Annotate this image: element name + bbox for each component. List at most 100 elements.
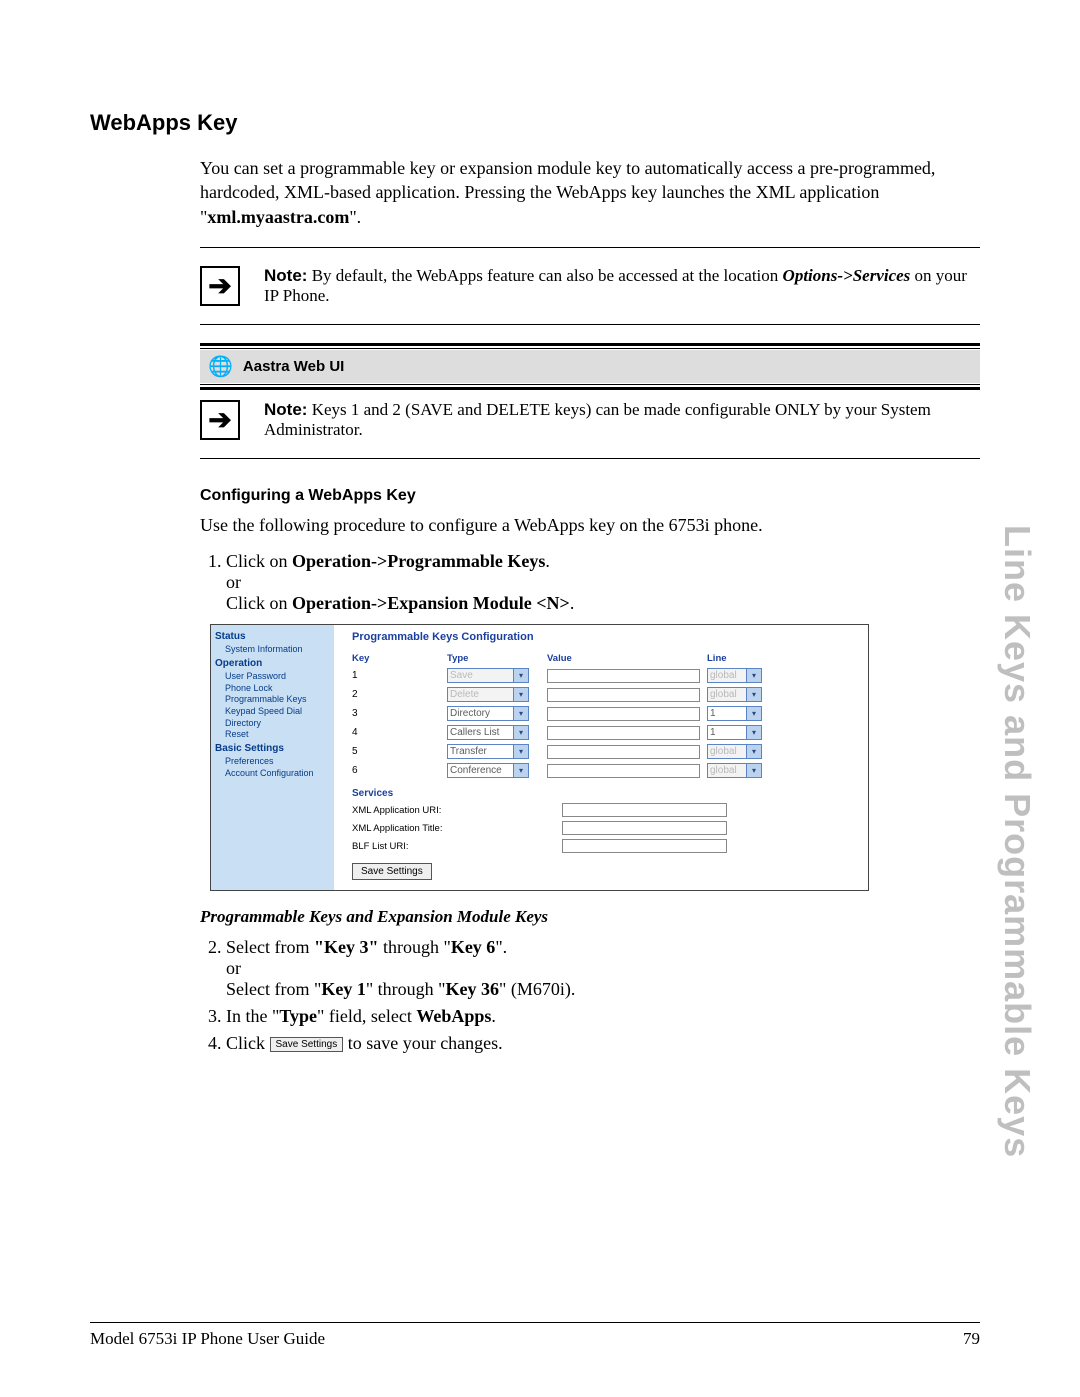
col-value: Value (547, 653, 707, 664)
col-line: Line (707, 653, 777, 664)
nav-preferences[interactable]: Preferences (225, 756, 330, 768)
nav-account-config[interactable]: Account Configuration (225, 768, 330, 780)
footer-page-number: 79 (963, 1329, 980, 1349)
chevron-down-icon: ▾ (513, 707, 528, 720)
webui-title: Programmable Keys Configuration (352, 631, 858, 643)
step-1: Click on Operation->Programmable Keys. o… (226, 551, 980, 614)
type-select[interactable]: Directory▾ (447, 706, 529, 721)
cell-key: 1 (352, 670, 447, 681)
line-select[interactable]: 1▾ (707, 706, 762, 721)
table-row: 6Conference▾ global▾ (352, 763, 858, 778)
value-input[interactable] (547, 726, 700, 740)
cell-key: 2 (352, 689, 447, 700)
value-input[interactable] (547, 745, 700, 759)
s4a: Click (226, 1033, 270, 1053)
nav-keypad-speed-dial[interactable]: Keypad Speed Dial (225, 706, 330, 718)
cell-key: 6 (352, 765, 447, 776)
save-settings-inline-button: Save Settings (270, 1037, 344, 1052)
chevron-down-icon: ▾ (746, 764, 761, 777)
chevron-down-icon: ▾ (746, 688, 761, 701)
webui-screenshot: Status System Information Operation User… (210, 624, 869, 891)
steps-list-2: Select from "Key 3" through "Key 6". or … (200, 937, 980, 1054)
type-select[interactable]: Transfer▾ (447, 744, 529, 759)
col-type: Type (447, 653, 547, 664)
value-input[interactable] (547, 688, 700, 702)
cell-key: 4 (352, 727, 447, 738)
line-select: global▾ (707, 763, 762, 778)
table-row: 4Callers List▾ 1▾ (352, 725, 858, 740)
chevron-down-icon: ▾ (513, 764, 528, 777)
step-4: Click Save Settings to save your changes… (226, 1033, 980, 1054)
s1c: . (545, 551, 550, 571)
nav-programmable-keys[interactable]: Programmable Keys (225, 694, 330, 706)
s2-or: or (226, 958, 241, 978)
webui-table-header: Key Type Value Line (352, 653, 858, 664)
nav-reset[interactable]: Reset (225, 729, 330, 741)
type-select[interactable]: Callers List▾ (447, 725, 529, 740)
chevron-down-icon: ▾ (513, 745, 528, 758)
value-input[interactable] (547, 707, 700, 721)
chevron-down-icon: ▾ (746, 669, 761, 682)
note-block-1: ➔ Note: By default, the WebApps feature … (200, 266, 980, 306)
nav-phone-lock[interactable]: Phone Lock (225, 683, 330, 695)
service-input[interactable] (562, 821, 727, 835)
service-label: BLF List URI: (352, 841, 562, 852)
section-heading: WebApps Key (90, 110, 980, 136)
s2i: Key 36 (446, 979, 500, 999)
line-select: global▾ (707, 668, 762, 683)
footer-left: Model 6753i IP Phone User Guide (90, 1329, 325, 1349)
page-footer: Model 6753i IP Phone User Guide 79 (90, 1322, 980, 1349)
services-header: Services (352, 788, 858, 799)
divider (200, 324, 980, 325)
s1e: Operation->Expansion Module <N> (292, 593, 570, 613)
type-select[interactable]: Conference▾ (447, 763, 529, 778)
table-row: 1Save▾global▾ (352, 668, 858, 683)
service-input[interactable] (562, 803, 727, 817)
value-input[interactable] (547, 764, 700, 778)
type-select: Delete▾ (447, 687, 529, 702)
arrow-right-icon: ➔ (200, 266, 240, 306)
line-select[interactable]: 1▾ (707, 725, 762, 740)
s3e: . (491, 1006, 496, 1026)
note-label: Note: (264, 266, 307, 285)
note-text-1: Note: By default, the WebApps feature ca… (264, 266, 980, 306)
table-row: 2Delete▾global▾ (352, 687, 858, 702)
s1f: . (570, 593, 575, 613)
globe-icon: 🌐 (208, 354, 233, 379)
s3b: Type (279, 1006, 317, 1026)
aastra-label: Aastra Web UI (243, 358, 344, 375)
cell-key: 5 (352, 746, 447, 757)
chevron-down-icon: ▾ (746, 726, 761, 739)
service-input[interactable] (562, 839, 727, 853)
webui-nav: Status System Information Operation User… (211, 625, 334, 890)
value-input[interactable] (547, 669, 700, 683)
s2a: Select from (226, 937, 314, 957)
s2d: Key 6 (451, 937, 496, 957)
intro-text-c: ". (349, 207, 361, 227)
step-3: In the "Type" field, select WebApps. (226, 1006, 980, 1027)
xml-host: xml.myaastra.com (207, 207, 349, 227)
note1-italic: Options->Services (783, 266, 911, 285)
service-row: XML Application URI: (352, 803, 858, 817)
chevron-down-icon: ▾ (746, 707, 761, 720)
s2h: " through " (366, 979, 446, 999)
s3c: " field, select (317, 1006, 416, 1026)
table-row: 5Transfer▾global▾ (352, 744, 858, 759)
service-label: XML Application URI: (352, 805, 562, 816)
aastra-web-ui-bar: 🌐 Aastra Web UI (200, 350, 980, 383)
s3a: In the " (226, 1006, 279, 1026)
step-2: Select from "Key 3" through "Key 6". or … (226, 937, 980, 1000)
side-chapter-title: Line Keys and Programmable Keys (996, 525, 1038, 1158)
config-subhead: Configuring a WebApps Key (200, 487, 980, 505)
nav-directory[interactable]: Directory (225, 718, 330, 730)
s2c: through " (378, 937, 450, 957)
intro-paragraph: You can set a programmable key or expans… (200, 156, 980, 229)
nav-system-information[interactable]: System Information (225, 644, 330, 656)
s2j: " (M670i). (499, 979, 575, 999)
save-settings-button[interactable]: Save Settings (352, 863, 432, 880)
nav-user-password[interactable]: User Password (225, 671, 330, 683)
table-row: 3Directory▾1▾ (352, 706, 858, 721)
col-key: Key (352, 653, 447, 664)
chevron-down-icon: ▾ (746, 745, 761, 758)
arrow-right-icon: ➔ (200, 400, 240, 440)
